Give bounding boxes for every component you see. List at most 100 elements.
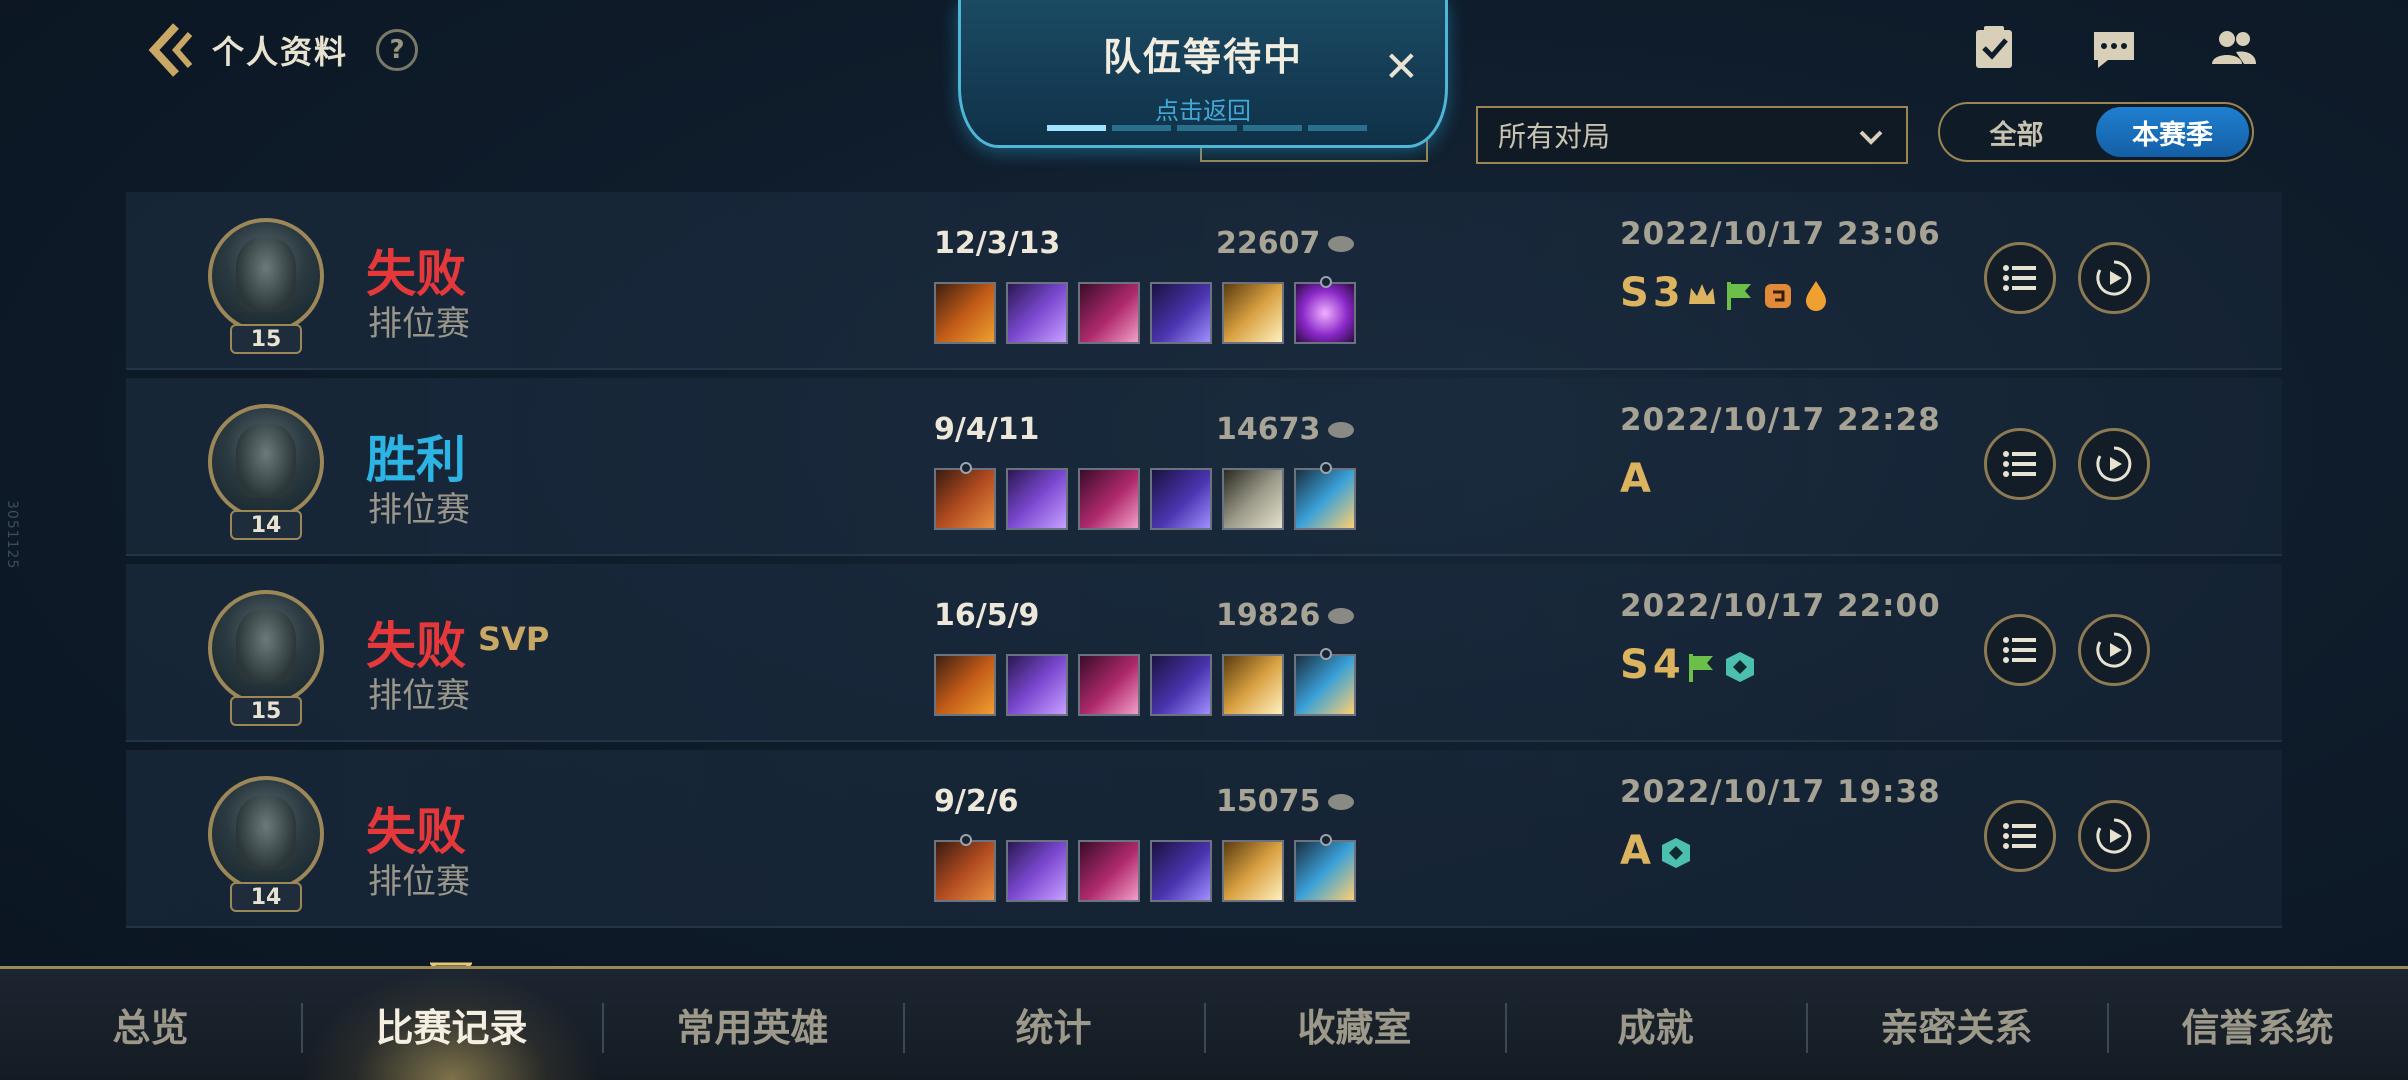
gold-value: 19826 xyxy=(1216,598,1321,633)
item-icon xyxy=(1150,282,1212,344)
hero-level-badge: 14 xyxy=(230,882,302,912)
match-time: 2022/10/17 22:00 xyxy=(1620,588,1941,624)
replay-button[interactable] xyxy=(2078,242,2150,314)
item-build xyxy=(934,462,1356,530)
gold-earned: 22607 xyxy=(1216,226,1355,261)
queue-progress xyxy=(1047,125,1368,131)
item-icon xyxy=(1006,468,1068,530)
tab-match-history[interactable]: 比赛记录 xyxy=(301,969,602,1080)
flame-icon xyxy=(1799,276,1833,311)
toggle-current-season[interactable]: 本赛季 xyxy=(2096,107,2249,157)
item-icon xyxy=(1078,840,1140,902)
match-badges: S 3 xyxy=(1620,270,1833,316)
chat-icon[interactable] xyxy=(2090,24,2138,72)
item-icon xyxy=(1078,654,1140,716)
grade-badge: S xyxy=(1620,642,1649,688)
replay-button[interactable] xyxy=(2078,428,2150,500)
item-icon xyxy=(934,654,996,716)
gold-value: 22607 xyxy=(1216,226,1321,261)
kda: 16/5/9 xyxy=(934,598,1040,633)
tab-statistics[interactable]: 统计 xyxy=(903,969,1204,1080)
match-mode: 排位赛 xyxy=(368,304,470,344)
item-build xyxy=(934,276,1356,344)
kda: 9/2/6 xyxy=(934,784,1019,819)
task-checklist-icon[interactable] xyxy=(1970,24,2018,72)
tab-frequent-heroes[interactable]: 常用英雄 xyxy=(602,969,903,1080)
svp-badge: SVP xyxy=(478,620,550,658)
hero-avatar xyxy=(208,776,324,892)
item-icon xyxy=(1078,468,1140,530)
match-badges: A xyxy=(1620,456,1655,502)
grade-badge: A xyxy=(1620,828,1651,874)
grade-badge: A xyxy=(1620,456,1651,502)
back-arrow-icon[interactable] xyxy=(146,20,202,80)
item-icon xyxy=(1222,654,1284,716)
kda: 12/3/13 xyxy=(934,226,1061,261)
queue-return-link[interactable]: 点击返回 xyxy=(961,91,1445,126)
match-row[interactable]: 14 失败 排位赛 9/2/6 15075 2022/10/17 19:38 A xyxy=(126,750,2282,928)
hero-level-badge: 15 xyxy=(230,324,302,354)
hero-avatar xyxy=(208,218,324,334)
kda: 9/4/11 xyxy=(934,412,1040,447)
item-icon xyxy=(1294,462,1356,530)
item-icon xyxy=(1150,840,1212,902)
gold-coin-icon xyxy=(1328,235,1355,252)
match-row[interactable]: 15 失败 排位赛 12/3/13 22607 2022/10/17 23:06… xyxy=(126,192,2282,370)
item-icon xyxy=(934,462,996,530)
item-build xyxy=(934,834,1356,902)
item-icon xyxy=(1078,282,1140,344)
bottom-nav: 总览 比赛记录 常用英雄 统计 收藏室 成就 亲密关系 信誉系统 xyxy=(0,966,2408,1080)
help-icon[interactable]: ? xyxy=(376,29,419,71)
item-icon xyxy=(1294,648,1356,716)
match-time: 2022/10/17 22:28 xyxy=(1620,402,1941,438)
match-filter-value: 所有对局 xyxy=(1498,120,1611,153)
tab-achievements[interactable]: 成就 xyxy=(1505,969,1806,1080)
match-mode: 排位赛 xyxy=(368,676,470,716)
item-icon xyxy=(1150,468,1212,530)
tab-overview[interactable]: 总览 xyxy=(0,969,301,1080)
shield-badge-icon xyxy=(1761,276,1795,310)
gold-coin-icon xyxy=(1328,793,1355,810)
match-time: 2022/10/17 19:38 xyxy=(1620,774,1941,810)
tab-relationships[interactable]: 亲密关系 xyxy=(1806,969,2107,1080)
item-icon xyxy=(1006,282,1068,344)
match-filter-select[interactable]: 所有对局 xyxy=(1476,106,1908,164)
match-row[interactable]: 15 失败 SVP 排位赛 16/5/9 19826 2022/10/17 22… xyxy=(126,564,2282,742)
match-details-button[interactable] xyxy=(1984,242,2056,314)
gold-earned: 19826 xyxy=(1216,598,1355,633)
item-icon xyxy=(1294,834,1356,902)
tab-collection[interactable]: 收藏室 xyxy=(1204,969,1505,1080)
match-badges: A xyxy=(1620,828,1693,874)
match-details-button[interactable] xyxy=(1984,614,2056,686)
item-icon xyxy=(1294,276,1356,344)
friends-icon[interactable] xyxy=(2210,24,2258,72)
hero-level-badge: 15 xyxy=(230,696,302,726)
item-build xyxy=(934,648,1356,716)
queue-waiting-popup[interactable]: 队伍等待中 点击返回 ✕ xyxy=(958,0,1448,148)
match-row[interactable]: 14 胜利 排位赛 9/4/11 14673 2022/10/17 22:28 … xyxy=(126,378,2282,556)
replay-button[interactable] xyxy=(2078,614,2150,686)
grade-badge: S xyxy=(1620,270,1649,316)
header: 个人资料 ? xyxy=(146,20,419,80)
chevron-down-icon xyxy=(1856,122,1886,152)
toggle-all[interactable]: 全部 xyxy=(1940,104,2093,160)
gold-coin-icon xyxy=(1328,421,1355,438)
tab-honor-system[interactable]: 信誉系统 xyxy=(2107,969,2408,1080)
close-icon[interactable]: ✕ xyxy=(1384,42,1419,91)
rank-number-badge: 4 xyxy=(1652,642,1681,688)
page-title: 个人资料 xyxy=(212,33,349,71)
replay-button[interactable] xyxy=(2078,800,2150,872)
match-badges: S 4 xyxy=(1620,642,1757,688)
hero-avatar xyxy=(208,404,324,520)
item-icon xyxy=(934,834,996,902)
gold-earned: 14673 xyxy=(1216,412,1355,447)
match-details-button[interactable] xyxy=(1984,428,2056,500)
diamond-shield-icon xyxy=(1723,648,1757,682)
match-details-button[interactable] xyxy=(1984,800,2056,872)
item-icon xyxy=(1006,840,1068,902)
gold-value: 15075 xyxy=(1216,784,1321,819)
queue-title: 队伍等待中 xyxy=(1102,35,1303,79)
item-icon xyxy=(1222,840,1284,902)
hero-avatar xyxy=(208,590,324,706)
item-icon xyxy=(1150,654,1212,716)
